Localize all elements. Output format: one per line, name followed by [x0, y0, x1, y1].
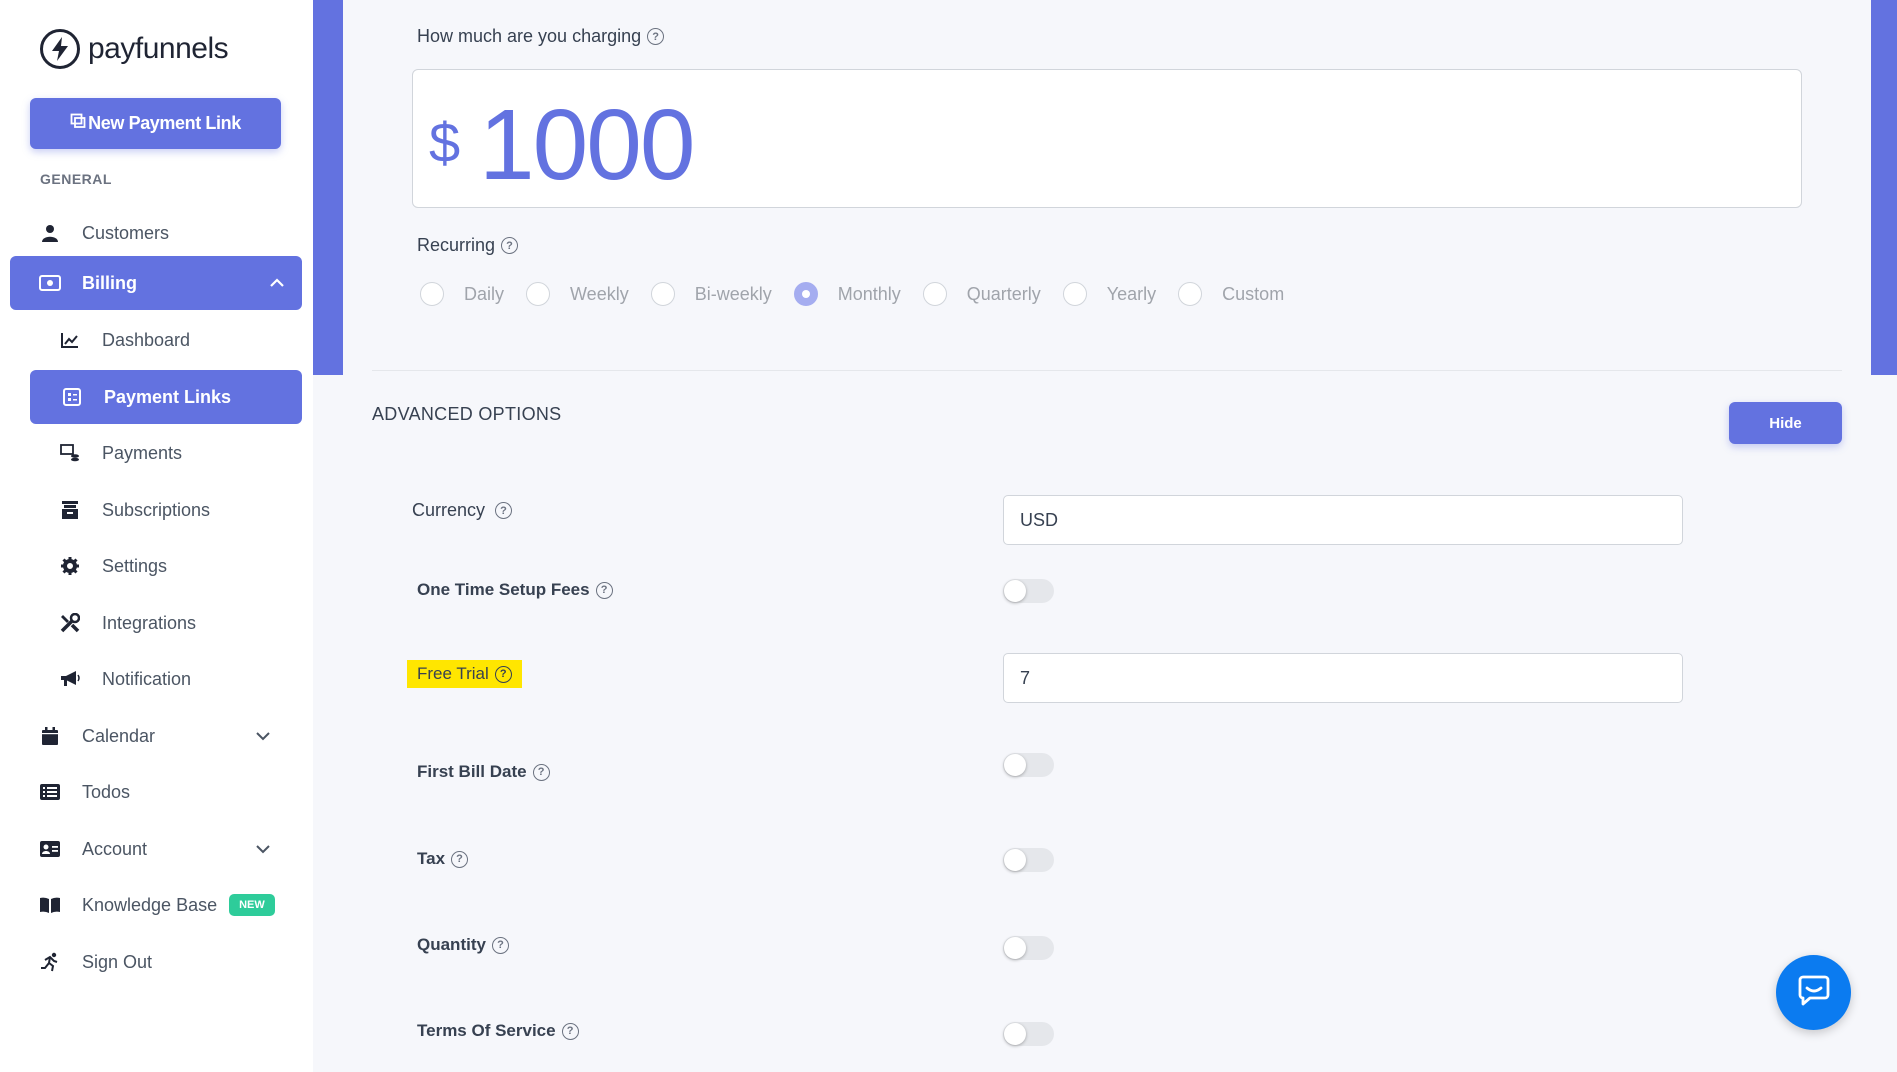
toggle-knob: [1004, 1023, 1026, 1045]
archive-icon: [58, 501, 82, 519]
radio-daily[interactable]: Daily: [420, 282, 504, 306]
sidebar-item-sign-out[interactable]: Sign Out: [38, 938, 288, 986]
help-icon[interactable]: ?: [501, 237, 519, 254]
free-trial-label: Free Trial ?: [407, 660, 522, 688]
radio-circle-selected[interactable]: [793, 282, 818, 306]
chevron-down-icon: [256, 841, 270, 857]
first-bill-date-label: First Bill Date ?: [417, 762, 550, 782]
chat-bubble-icon: [1797, 973, 1831, 1012]
recurring-options: Daily Weekly Bi-weekly Monthly Quarterly…: [420, 282, 1306, 306]
setup-fees-label: One Time Setup Fees ?: [417, 580, 613, 600]
logo[interactable]: payfunnels: [40, 29, 229, 69]
help-icon[interactable]: ?: [451, 850, 469, 868]
sidebar-item-billing[interactable]: Billing: [10, 256, 302, 310]
calendar-icon: [38, 727, 62, 745]
radio-circle[interactable]: [1178, 282, 1203, 306]
currency-symbol: $: [429, 111, 461, 174]
help-icon[interactable]: ?: [561, 1022, 579, 1040]
tax-label: Tax ?: [417, 849, 469, 869]
sidebar-item-account[interactable]: Account: [38, 825, 288, 873]
first-bill-date-toggle[interactable]: [1003, 753, 1054, 777]
charging-label: How much are you charging ?: [417, 26, 665, 47]
section-label-general: GENERAL: [40, 171, 112, 187]
running-icon: [38, 952, 62, 972]
quantity-label: Quantity ?: [417, 935, 509, 955]
free-trial-input[interactable]: [1003, 653, 1683, 703]
sidebar-item-dashboard[interactable]: Dashboard: [58, 316, 298, 364]
help-icon[interactable]: ?: [494, 665, 512, 683]
toggle-knob: [1004, 937, 1026, 959]
terms-of-service-toggle[interactable]: [1003, 1022, 1054, 1046]
chat-widget-button[interactable]: [1776, 955, 1851, 1030]
currency-label: Currency ?: [412, 500, 513, 521]
gear-icon: [58, 557, 82, 575]
toggle-knob: [1004, 849, 1026, 871]
new-badge: NEW: [229, 894, 275, 916]
hide-button[interactable]: Hide: [1729, 402, 1842, 444]
list-icon: [38, 784, 62, 800]
recurring-label: Recurring ?: [417, 235, 519, 256]
help-icon[interactable]: ?: [595, 581, 613, 599]
chevron-down-icon: [256, 728, 270, 744]
payments-icon: [58, 444, 82, 462]
sidebar-item-integrations[interactable]: Integrations: [58, 599, 298, 647]
currency-input[interactable]: [1003, 495, 1683, 545]
megaphone-icon: [58, 670, 82, 688]
new-payment-link-label: New Payment Link: [88, 113, 241, 133]
radio-quarterly[interactable]: Quarterly: [922, 282, 1041, 306]
radio-circle[interactable]: [526, 282, 551, 306]
radio-weekly[interactable]: Weekly: [526, 282, 629, 306]
toggle-knob: [1004, 754, 1026, 776]
new-window-icon: [70, 113, 86, 134]
sidebar-item-payments[interactable]: Payments: [58, 429, 298, 477]
advanced-options-card: [343, 375, 1871, 1072]
advanced-options-title: ADVANCED OPTIONS: [372, 404, 562, 424]
sidebar-item-todos[interactable]: Todos: [38, 768, 288, 816]
book-icon: [38, 897, 62, 913]
tax-toggle[interactable]: [1003, 848, 1054, 872]
amount-input[interactable]: $ 1000: [412, 69, 1802, 208]
setup-fees-toggle[interactable]: [1003, 579, 1054, 603]
help-icon[interactable]: ?: [532, 763, 550, 781]
sidebar-item-knowledge-base[interactable]: Knowledge Base NEW: [38, 881, 288, 929]
sidebar-item-settings[interactable]: Settings: [58, 542, 298, 590]
user-icon: [38, 224, 62, 242]
toggle-knob: [1004, 580, 1026, 602]
help-icon[interactable]: ?: [495, 502, 513, 519]
sidebar: payfunnels New Payment Link GENERAL Cust…: [0, 0, 313, 1072]
sidebar-item-subscriptions[interactable]: Subscriptions: [58, 486, 298, 534]
section-divider: [372, 370, 1842, 371]
radio-circle[interactable]: [922, 282, 947, 306]
radio-circle[interactable]: [1062, 282, 1087, 306]
sidebar-item-payment-links[interactable]: Payment Links: [30, 370, 302, 424]
sidebar-item-calendar[interactable]: Calendar: [38, 712, 288, 760]
help-icon[interactable]: ?: [647, 28, 665, 45]
radio-yearly[interactable]: Yearly: [1062, 282, 1156, 306]
chart-line-icon: [58, 332, 82, 348]
sidebar-item-customers[interactable]: Customers: [38, 209, 288, 257]
radio-monthly[interactable]: Monthly: [793, 282, 901, 306]
lightning-icon: [40, 29, 80, 69]
radio-circle[interactable]: [420, 282, 444, 306]
id-card-icon: [38, 841, 62, 857]
terms-of-service-label: Terms Of Service ?: [417, 1021, 579, 1041]
new-payment-link-button[interactable]: New Payment Link: [30, 98, 281, 149]
brand-name: payfunnels: [88, 32, 229, 65]
tools-icon: [58, 613, 82, 633]
chevron-up-icon: [270, 275, 284, 291]
radio-circle[interactable]: [650, 282, 675, 306]
radio-bi-weekly[interactable]: Bi-weekly: [650, 282, 772, 306]
quantity-toggle[interactable]: [1003, 936, 1054, 960]
money-icon: [38, 275, 62, 291]
amount-value: 1000: [479, 89, 695, 201]
help-icon[interactable]: ?: [491, 936, 509, 954]
radio-custom[interactable]: Custom: [1178, 282, 1284, 306]
link-list-icon: [60, 388, 84, 406]
sidebar-item-notification[interactable]: Notification: [58, 655, 298, 703]
